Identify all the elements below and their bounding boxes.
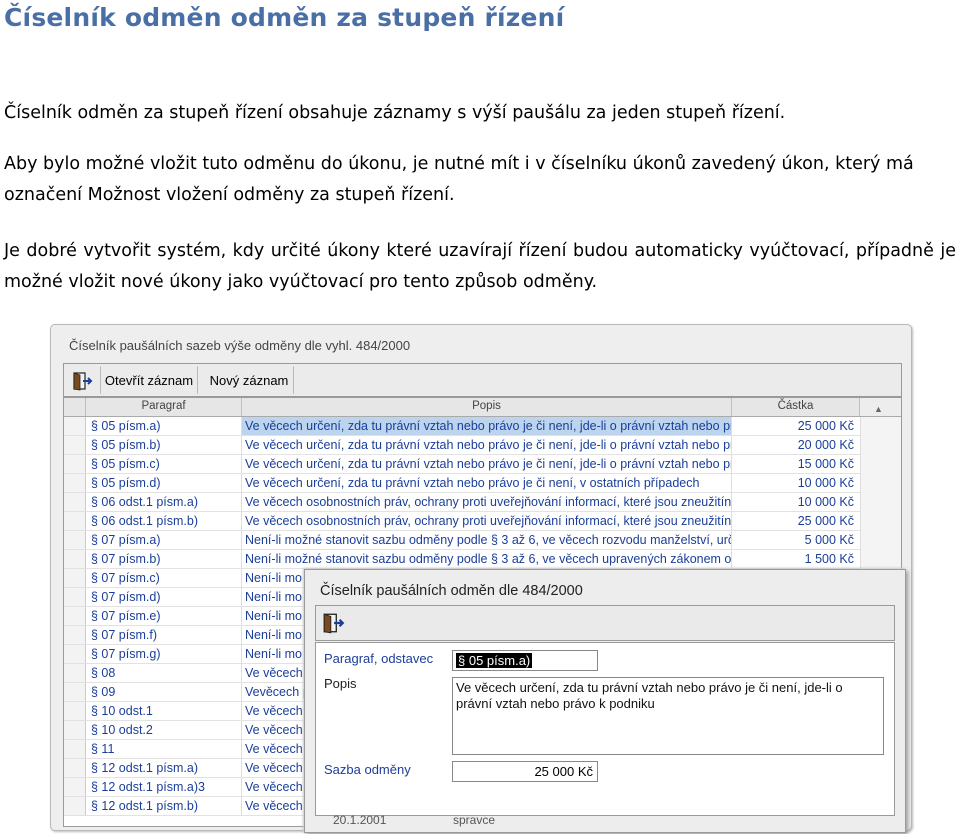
popis-label: Popis: [324, 676, 357, 691]
cell-popis[interactable]: Ve věcech určení, zda tu právní vztah ne…: [242, 474, 732, 492]
cell-popis[interactable]: Není-li možné stanovit sazbu odměny podl…: [242, 531, 732, 549]
cell-paragraf[interactable]: § 06 odst.1 písm.a): [86, 493, 242, 511]
cell-paragraf[interactable]: § 06 odst.1 písm.b): [86, 512, 242, 530]
exit-door-icon[interactable]: [67, 366, 97, 394]
cell-paragraf[interactable]: § 07 písm.a): [86, 531, 242, 549]
row-selector[interactable]: [64, 550, 86, 568]
cell-paragraf[interactable]: § 10 odst.1: [86, 702, 242, 720]
footer-date: 20.1.2001: [333, 813, 387, 827]
cell-paragraf[interactable]: § 12 odst.1 písm.b): [86, 797, 242, 815]
cell-popis[interactable]: Ve věcech určení, zda tu právní vztah ne…: [242, 436, 732, 454]
dialog-toolbar: [315, 605, 895, 641]
sazba-field[interactable]: 25 000 Kč: [452, 761, 598, 782]
row-selector[interactable]: [64, 797, 86, 815]
row-selector[interactable]: [64, 569, 86, 587]
row-selector[interactable]: [64, 455, 86, 473]
cell-paragraf[interactable]: § 12 odst.1 písm.a): [86, 759, 242, 777]
dialog-title: Číselník paušálních odměn dle 484/2000: [320, 583, 583, 599]
cell-paragraf[interactable]: § 07 písm.d): [86, 588, 242, 606]
cell-paragraf[interactable]: § 05 písm.d): [86, 474, 242, 492]
table-row[interactable]: § 07 písm.b) Není-li možné stanovit sazbu…: [64, 550, 860, 569]
row-selector[interactable]: [64, 436, 86, 454]
row-selector[interactable]: [64, 778, 86, 796]
table-row[interactable]: § 06 odst.1 písm.a) Ve věcech osobnostníc…: [64, 493, 860, 512]
cell-paragraf[interactable]: § 07 písm.c): [86, 569, 242, 587]
scroll-up-arrow-icon: ▲: [874, 404, 883, 414]
cell-popis[interactable]: Ve věcech osobnostních práv, ochrany pro…: [242, 512, 732, 530]
paragraph-usage: Aby bylo možné vložit tuto odměnu do úko…: [4, 154, 914, 205]
open-record-button[interactable]: Otevřít záznam: [100, 366, 198, 394]
new-record-button[interactable]: Nový záznam: [204, 366, 294, 394]
row-selector[interactable]: [64, 588, 86, 606]
detail-dialog: Číselník paušálních odměn dle 484/2000 P…: [304, 569, 906, 833]
paragraph-recommendation: Je dobré vytvořit systém, kdy určité úko…: [4, 241, 956, 292]
main-toolbar: Otevřít záznam Nový záznam: [63, 363, 902, 397]
scrollbar-up[interactable]: ▲: [860, 398, 901, 416]
table-row[interactable]: § 07 písm.a) Není-li možné stanovit sazbu…: [64, 531, 860, 550]
cell-popis[interactable]: Není-li možné stanovit sazbu odměny podl…: [242, 550, 732, 568]
cell-castka[interactable]: 10 000 Kč: [732, 474, 860, 492]
column-header-paragraf[interactable]: Paragraf: [86, 398, 242, 416]
cell-popis[interactable]: Ve věcech osobnostních práv, ochrany pro…: [242, 493, 732, 511]
cell-paragraf[interactable]: § 08: [86, 664, 242, 682]
row-selector[interactable]: [64, 759, 86, 777]
row-selector[interactable]: [64, 721, 86, 739]
row-selector[interactable]: [64, 607, 86, 625]
row-selector[interactable]: [64, 531, 86, 549]
row-selector[interactable]: [64, 645, 86, 663]
row-selector[interactable]: [64, 417, 86, 435]
cell-paragraf[interactable]: § 05 písm.a): [86, 417, 242, 435]
sazba-label: Sazba odměny: [324, 762, 411, 777]
column-header-castka[interactable]: Částka: [732, 398, 860, 416]
cell-castka[interactable]: 10 000 Kč: [732, 493, 860, 511]
cell-paragraf[interactable]: § 07 písm.f): [86, 626, 242, 644]
paragraf-value: § 05 písm.a): [456, 653, 533, 668]
column-header-popis[interactable]: Popis: [242, 398, 732, 416]
row-selector[interactable]: [64, 702, 86, 720]
exit-door-icon[interactable]: [321, 609, 351, 637]
cell-castka[interactable]: 1 500 Kč: [732, 550, 860, 568]
paragraf-field[interactable]: § 05 písm.a): [452, 650, 598, 671]
row-selector[interactable]: [64, 474, 86, 492]
dialog-form: Paragraf, odstavec § 05 písm.a) Popis Ve…: [315, 642, 895, 816]
main-window-title: Číselník paušálních sazeb výše odměny dl…: [69, 338, 411, 353]
cell-paragraf[interactable]: § 09: [86, 683, 242, 701]
cell-popis[interactable]: Ve věcech určení, zda tu právní vztah ne…: [242, 417, 732, 435]
document-title: Číselník odměn odměn za stupeň řízení: [4, 3, 565, 32]
cell-castka[interactable]: 25 000 Kč: [732, 512, 860, 530]
cell-paragraf[interactable]: § 07 písm.b): [86, 550, 242, 568]
row-selector-header: [64, 398, 86, 416]
table-row[interactable]: § 05 písm.c) Ve věcech určení, zda tu prá…: [64, 455, 860, 474]
cell-paragraf[interactable]: § 11: [86, 740, 242, 758]
dialog-footer: 20.1.2001 spravce: [315, 813, 895, 830]
cell-paragraf[interactable]: § 05 písm.b): [86, 436, 242, 454]
cell-paragraf[interactable]: § 10 odst.2: [86, 721, 242, 739]
row-selector[interactable]: [64, 626, 86, 644]
row-selector[interactable]: [64, 740, 86, 758]
cell-castka[interactable]: 5 000 Kč: [732, 531, 860, 549]
paragraph-intro: Číselník odměn za stupeň řízení obsahuje…: [4, 103, 786, 123]
popis-field[interactable]: Ve věcech určení, zda tu právní vztah ne…: [452, 677, 884, 755]
row-selector[interactable]: [64, 664, 86, 682]
cell-paragraf[interactable]: § 12 odst.1 písm.a)3: [86, 778, 242, 796]
grid-header: Paragraf Popis Částka ▲: [64, 398, 901, 417]
paragraf-label: Paragraf, odstavec: [324, 651, 434, 666]
cell-paragraf[interactable]: § 05 písm.c): [86, 455, 242, 473]
row-selector[interactable]: [64, 512, 86, 530]
cell-paragraf[interactable]: § 07 písm.g): [86, 645, 242, 663]
row-selector[interactable]: [64, 683, 86, 701]
table-row[interactable]: § 05 písm.d) Ve věcech určení, zda tu prá…: [64, 474, 860, 493]
table-row[interactable]: § 05 písm.b) Ve věcech určení, zda tu prá…: [64, 436, 860, 455]
cell-castka[interactable]: 25 000 Kč: [732, 417, 860, 435]
footer-user: spravce: [453, 813, 496, 827]
cell-castka[interactable]: 20 000 Kč: [732, 436, 860, 454]
table-row[interactable]: § 06 odst.1 písm.b) Ve věcech osobnostníc…: [64, 512, 860, 531]
cell-popis[interactable]: Ve věcech určení, zda tu právní vztah ne…: [242, 455, 732, 473]
cell-castka[interactable]: 15 000 Kč: [732, 455, 860, 473]
table-row[interactable]: § 05 písm.a) Ve věcech určení, zda tu prá…: [64, 417, 860, 436]
row-selector[interactable]: [64, 493, 86, 511]
cell-paragraf[interactable]: § 07 písm.e): [86, 607, 242, 625]
